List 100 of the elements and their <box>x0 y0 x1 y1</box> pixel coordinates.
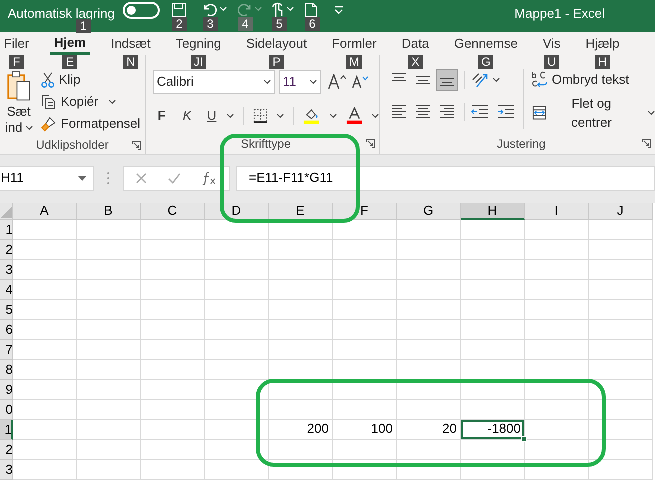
ribbon-tab[interactable]: Vis <box>538 33 565 55</box>
empty-cell[interactable] <box>589 380 653 400</box>
empty-cell[interactable] <box>205 360 269 380</box>
empty-cell[interactable] <box>269 260 333 280</box>
row-header[interactable]: 9 <box>0 380 13 400</box>
column-header[interactable]: C <box>141 203 205 220</box>
row-header[interactable]: 1 <box>0 220 13 240</box>
dialog-launcher-icon[interactable] <box>132 141 141 150</box>
empty-cell[interactable] <box>525 460 589 480</box>
empty-cell[interactable] <box>589 460 653 480</box>
ribbon-tab[interactable]: Filer <box>0 33 34 55</box>
decrease-font-size-icon[interactable] <box>352 75 370 89</box>
empty-cell[interactable] <box>589 340 653 360</box>
empty-cell[interactable] <box>333 220 397 240</box>
empty-cell[interactable] <box>333 460 397 480</box>
empty-cell[interactable] <box>461 260 525 280</box>
dialog-launcher-icon[interactable] <box>642 139 651 148</box>
empty-cell[interactable] <box>269 360 333 380</box>
empty-cell[interactable] <box>77 460 141 480</box>
cut-button[interactable]: Klip <box>41 70 140 90</box>
select-all-corner[interactable] <box>0 203 13 220</box>
increase-indent-icon[interactable] <box>497 104 515 120</box>
column-header[interactable]: A <box>13 203 77 220</box>
empty-cell[interactable] <box>141 460 205 480</box>
empty-cell[interactable] <box>269 320 333 340</box>
empty-cell[interactable] <box>589 360 653 380</box>
empty-cell[interactable] <box>589 300 653 320</box>
dialog-launcher-icon[interactable] <box>366 139 375 148</box>
underline-button[interactable]: U <box>206 106 218 126</box>
empty-cell[interactable] <box>461 280 525 300</box>
empty-cell[interactable] <box>525 280 589 300</box>
empty-cell[interactable] <box>141 320 205 340</box>
empty-cell[interactable] <box>77 320 141 340</box>
empty-cell[interactable] <box>77 260 141 280</box>
empty-cell[interactable] <box>397 280 461 300</box>
empty-cell[interactable] <box>461 380 525 400</box>
empty-cell[interactable] <box>333 260 397 280</box>
empty-cell[interactable] <box>205 260 269 280</box>
empty-cell[interactable] <box>333 280 397 300</box>
empty-cell[interactable] <box>397 260 461 280</box>
ribbon-tab[interactable]: Gennemse <box>450 33 522 55</box>
font-size-dropdown[interactable]: 11 <box>279 70 321 94</box>
column-header[interactable]: B <box>77 203 141 220</box>
font-color-icon[interactable] <box>346 107 363 125</box>
empty-cell[interactable] <box>141 300 205 320</box>
empty-cell[interactable] <box>77 420 141 440</box>
empty-cell[interactable] <box>333 320 397 340</box>
undo-button[interactable] <box>202 2 227 17</box>
ribbon-tab[interactable]: Indsæt <box>107 33 155 55</box>
empty-cell[interactable] <box>333 400 397 420</box>
column-header[interactable]: J <box>589 203 653 220</box>
bold-button[interactable]: F <box>156 106 168 126</box>
row-header[interactable]: 1 <box>0 420 13 440</box>
empty-cell[interactable] <box>141 360 205 380</box>
table-cell[interactable]: -1800 <box>461 420 525 440</box>
empty-cell[interactable] <box>269 440 333 460</box>
empty-cell[interactable] <box>589 280 653 300</box>
empty-cell[interactable] <box>397 240 461 260</box>
empty-cell[interactable] <box>205 440 269 460</box>
table-cell[interactable]: 20 <box>397 420 461 440</box>
more-options-icon[interactable] <box>107 172 110 184</box>
empty-cell[interactable] <box>525 440 589 460</box>
column-header[interactable]: H <box>461 203 525 220</box>
new-button[interactable] <box>304 2 318 17</box>
row-header[interactable]: 7 <box>0 340 13 360</box>
empty-cell[interactable] <box>525 300 589 320</box>
empty-cell[interactable] <box>397 320 461 340</box>
table-cell[interactable]: 200 <box>269 420 333 440</box>
ribbon-tab[interactable]: Data <box>398 33 434 55</box>
ribbon-tab[interactable]: Formler <box>328 33 381 55</box>
autosave-toggle[interactable] <box>122 2 160 19</box>
empty-cell[interactable] <box>589 320 653 340</box>
empty-cell[interactable] <box>461 460 525 480</box>
empty-cell[interactable] <box>589 420 653 440</box>
empty-cell[interactable] <box>141 440 205 460</box>
fill-handle[interactable] <box>521 436 527 442</box>
empty-cell[interactable] <box>461 320 525 340</box>
column-header[interactable]: E <box>269 203 333 220</box>
checkmark-icon[interactable] <box>168 172 181 184</box>
empty-cell[interactable] <box>333 440 397 460</box>
empty-cell[interactable] <box>397 300 461 320</box>
empty-cell[interactable] <box>525 380 589 400</box>
empty-cell[interactable] <box>141 400 205 420</box>
ribbon-tab[interactable]: Hjælp <box>582 33 624 55</box>
fill-color-icon[interactable] <box>303 107 321 125</box>
empty-cell[interactable] <box>333 340 397 360</box>
ribbon-tab[interactable]: Sidelayout <box>242 33 312 55</box>
empty-cell[interactable] <box>269 240 333 260</box>
formula-field[interactable]: =E11-F11*G11 <box>236 166 655 190</box>
empty-cell[interactable] <box>397 220 461 240</box>
empty-cell[interactable] <box>77 280 141 300</box>
empty-cell[interactable] <box>333 380 397 400</box>
empty-cell[interactable] <box>77 440 141 460</box>
empty-cell[interactable] <box>205 460 269 480</box>
empty-cell[interactable] <box>269 380 333 400</box>
empty-cell[interactable] <box>141 260 205 280</box>
empty-cell[interactable] <box>141 380 205 400</box>
empty-cell[interactable] <box>205 280 269 300</box>
empty-cell[interactable] <box>205 220 269 240</box>
empty-cell[interactable] <box>77 340 141 360</box>
